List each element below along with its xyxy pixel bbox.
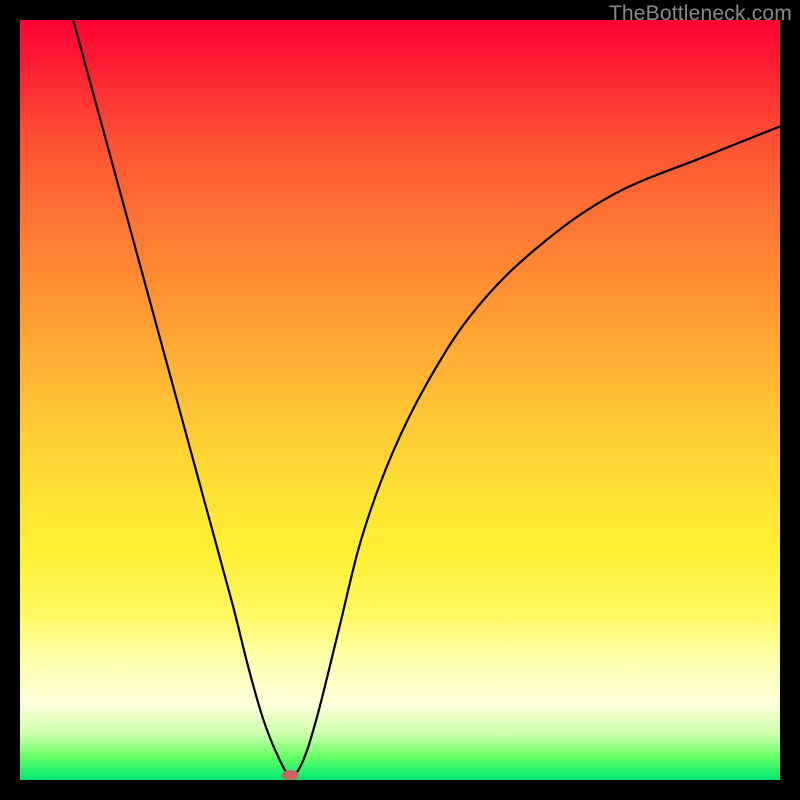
watermark-text: TheBottleneck.com	[609, 2, 792, 26]
chart-frame: TheBottleneck.com	[0, 0, 800, 800]
curve-path	[73, 20, 780, 775]
curve-svg	[20, 20, 780, 780]
plot-area	[20, 20, 780, 780]
min-marker	[281, 770, 298, 780]
